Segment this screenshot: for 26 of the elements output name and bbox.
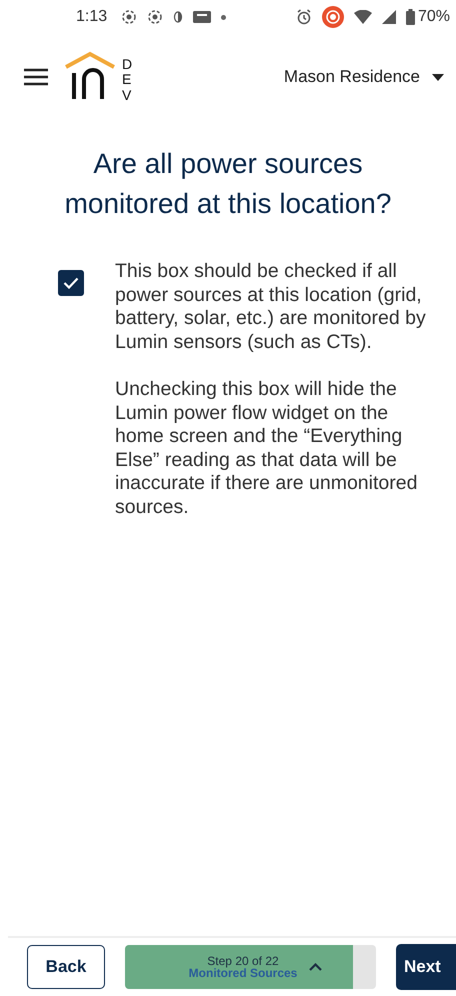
dot-icon (221, 14, 226, 20)
house-logo (64, 50, 116, 101)
status-time: 1:13 (76, 8, 108, 26)
location-selector[interactable]: Mason Residence (284, 67, 420, 87)
checkmark-icon (63, 277, 79, 289)
record-icon (322, 6, 344, 28)
record-icon (121, 9, 138, 25)
monitored-checkbox[interactable] (58, 270, 84, 296)
signal-icon (382, 10, 396, 24)
chevron-up-icon (309, 963, 322, 971)
dropdown-caret-icon[interactable] (432, 74, 444, 80)
battery-level: 70% (418, 8, 450, 26)
description-text: This box should be checked if all power sources at this location (grid, battery, solar, etc.) are monitored by Lumin sensors (such as CTs). (115, 260, 427, 354)
contrast-icon (173, 11, 184, 23)
battery-icon (406, 9, 415, 25)
dev-label: DEV (122, 56, 134, 104)
question-title: Are all power sources monitored at this location? (64, 147, 392, 221)
description-text: Unchecking this box will hide the Lumin power flow widget on the home screen and the “Everything Else” reading as that data will be inaccurate if there are unmonitored sources. (115, 378, 418, 519)
wifi-icon (354, 10, 372, 24)
record-icon (147, 9, 164, 25)
alarm-icon (296, 9, 312, 25)
step-selector[interactable]: Step 20 of 22 Monitored Sources (125, 945, 376, 989)
back-button[interactable]: Back (27, 945, 105, 989)
keyboard-icon (193, 11, 212, 23)
menu-icon[interactable] (24, 68, 48, 86)
next-button[interactable]: Next (396, 944, 456, 990)
